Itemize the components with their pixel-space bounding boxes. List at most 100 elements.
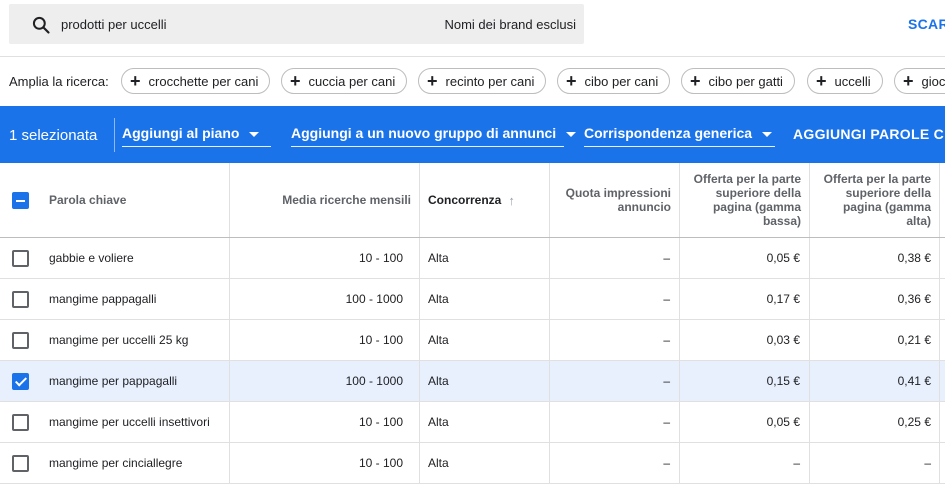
column-header-keyword[interactable]: Parola chiave xyxy=(49,163,229,237)
column-header-bid-low[interactable]: Offerta per la parte superiore della pag… xyxy=(686,163,801,237)
column-divider xyxy=(809,279,810,319)
cell-searches: 10 - 100 xyxy=(358,333,403,347)
row-checkbox[interactable] xyxy=(12,455,29,472)
select-all-checkbox[interactable] xyxy=(12,192,29,209)
table-body: gabbie e voliere 10 - 100 Alta – 0,05 € 0,38 … xyxy=(0,238,945,484)
row-checkbox[interactable] xyxy=(12,332,29,349)
column-divider xyxy=(229,443,230,483)
broaden-search-label: Amplia la ricerca: xyxy=(9,74,109,89)
column-divider xyxy=(419,402,420,442)
cell-keyword: mangime per pappagalli xyxy=(49,374,178,388)
column-divider xyxy=(939,443,940,483)
cell-keyword: mangime pappagalli xyxy=(49,292,157,306)
cell-keyword: mangime per uccelli insettivori xyxy=(49,415,210,429)
plus-icon: + xyxy=(903,71,914,91)
column-divider xyxy=(809,361,810,401)
column-divider xyxy=(419,238,420,278)
cell-share: – xyxy=(663,456,670,470)
add-to-plan-dropdown[interactable]: Aggiungi al piano xyxy=(122,125,271,147)
dropdown-label: Aggiungi a un nuovo gruppo di annunci xyxy=(291,125,557,141)
column-divider xyxy=(549,361,550,401)
broaden-chip[interactable]: + cuccia per cani xyxy=(281,68,408,94)
table-row[interactable]: gabbie e voliere 10 - 100 Alta – 0,05 € 0,38 … xyxy=(0,238,945,279)
column-divider xyxy=(549,320,550,360)
broaden-chip[interactable]: + uccelli xyxy=(807,68,883,94)
column-divider xyxy=(679,163,680,237)
column-divider xyxy=(229,238,230,278)
dropdown-label: Aggiungi al piano xyxy=(122,125,240,141)
row-checkbox[interactable] xyxy=(12,414,29,431)
add-keywords-button[interactable]: AGGIUNGI PAROLE CHIA xyxy=(793,126,945,142)
column-divider xyxy=(419,361,420,401)
broaden-chip[interactable]: + crocchette per cani xyxy=(121,68,271,94)
cell-searches: 10 - 100 xyxy=(358,251,403,265)
cell-high: 0,41 € xyxy=(897,374,931,388)
sort-up-arrow-icon: ↑ xyxy=(508,192,515,208)
column-header-impression-share[interactable]: Quota impressioni annuncio xyxy=(560,163,671,237)
column-divider xyxy=(809,402,810,442)
table-row[interactable]: mangime per uccelli insettivori 10 - 100 A… xyxy=(0,402,945,443)
excluded-brands-label[interactable]: Nomi dei brand esclusi xyxy=(444,17,576,32)
broaden-chip[interactable]: + gioc xyxy=(894,68,945,94)
column-divider xyxy=(229,279,230,319)
download-button[interactable]: SCAR xyxy=(908,16,945,32)
divider xyxy=(114,118,115,152)
cell-keyword: mangime per cinciallegre xyxy=(49,456,183,470)
column-divider xyxy=(939,320,940,360)
table-row[interactable]: mangime pappagalli 100 - 1000 Alta – 0,17 € 0… xyxy=(0,279,945,320)
column-divider xyxy=(419,443,420,483)
cell-searches: 10 - 100 xyxy=(358,456,403,470)
plus-icon: + xyxy=(290,71,301,91)
column-divider xyxy=(939,361,940,401)
cell-high: 0,36 € xyxy=(897,292,931,306)
column-divider xyxy=(809,320,810,360)
chip-label: cuccia per cani xyxy=(308,73,396,89)
table-row[interactable]: mangime per pappagalli 100 - 1000 Alta – 0,1… xyxy=(0,361,945,402)
plus-icon: + xyxy=(427,71,438,91)
column-divider xyxy=(679,279,680,319)
cell-low: 0,03 € xyxy=(766,333,800,347)
caret-down-icon xyxy=(762,132,773,137)
broaden-chip[interactable]: + cibo per cani xyxy=(557,68,671,94)
column-header-competition[interactable]: Concorrenza ↑ xyxy=(428,163,549,237)
caret-down-icon xyxy=(249,132,260,137)
chip-label: cibo per gatti xyxy=(708,73,783,89)
column-divider xyxy=(549,402,550,442)
header-label: Concorrenza xyxy=(428,193,502,207)
column-divider xyxy=(809,163,810,237)
column-divider xyxy=(679,361,680,401)
broaden-chip[interactable]: + recinto per cani xyxy=(418,68,547,94)
chip-label: crocchette per cani xyxy=(148,73,259,89)
column-divider xyxy=(549,443,550,483)
search-icon xyxy=(32,16,50,34)
broaden-chip[interactable]: + cibo per gatti xyxy=(681,68,795,94)
column-header-bid-high[interactable]: Offerta per la parte superiore della pag… xyxy=(816,163,931,237)
cell-competition: Alta xyxy=(428,415,449,429)
chip-label: cibo per cani xyxy=(584,73,659,89)
column-header-avg-searches[interactable]: Media ricerche mensili xyxy=(230,163,411,237)
cell-low: 0,05 € xyxy=(766,251,800,265)
plus-icon: + xyxy=(816,71,827,91)
column-divider xyxy=(939,163,940,237)
cell-low: 0,15 € xyxy=(766,374,800,388)
add-to-new-ad-group-dropdown[interactable]: Aggiungi a un nuovo gruppo di annunci xyxy=(291,125,577,147)
keyword-table: Parola chiave Media ricerche mensili Con… xyxy=(0,163,945,484)
chip-label: recinto per cani xyxy=(445,73,535,89)
selected-count: 1 selezionata xyxy=(9,127,98,144)
table-row[interactable]: mangime per uccelli 25 kg 10 - 100 Alta – 0,… xyxy=(0,320,945,361)
cell-searches: 100 - 1000 xyxy=(345,292,403,306)
table-row[interactable]: mangime per cinciallegre 10 - 100 Alta – – – xyxy=(0,443,945,484)
column-divider xyxy=(549,163,550,237)
search-query[interactable]: prodotti per uccelli xyxy=(61,17,167,32)
cell-share: – xyxy=(663,374,670,388)
column-divider xyxy=(939,402,940,442)
cell-competition: Alta xyxy=(428,374,449,388)
row-checkbox[interactable] xyxy=(12,373,29,390)
row-checkbox[interactable] xyxy=(12,250,29,267)
row-checkbox[interactable] xyxy=(12,291,29,308)
column-divider xyxy=(809,443,810,483)
cell-competition: Alta xyxy=(428,456,449,470)
match-type-dropdown[interactable]: Corrispondenza generica xyxy=(584,125,775,147)
keyword-search-field[interactable]: prodotti per uccelli Nomi dei brand escl… xyxy=(9,4,584,44)
cell-searches: 10 - 100 xyxy=(358,415,403,429)
